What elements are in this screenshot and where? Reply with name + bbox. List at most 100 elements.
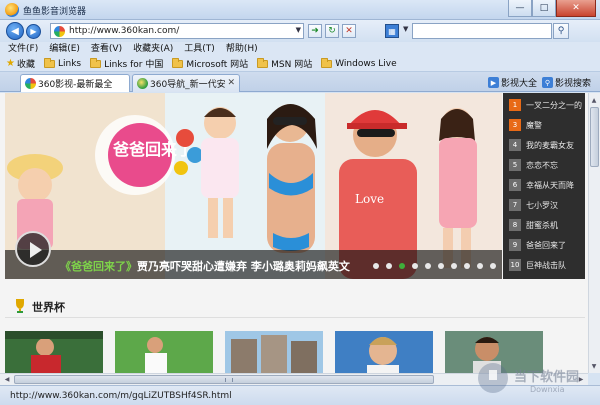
tab-label: 360导航_新一代安 <box>150 80 226 90</box>
refresh-button[interactable]: ↻ <box>325 24 339 38</box>
scroll-left-icon[interactable]: ◀ <box>2 374 12 384</box>
favorite-links[interactable]: Links <box>43 57 82 69</box>
menu-view[interactable]: 查看(V) <box>91 42 122 56</box>
menu-file[interactable]: 文件(F) <box>8 42 38 56</box>
ranking-item[interactable]: 9 爸爸回来了 <box>503 237 585 253</box>
address-text: http://www.360kan.com/ <box>69 26 180 36</box>
search-icon: ⚲ <box>542 77 553 88</box>
video-search-button[interactable]: ⚲ 影视搜索 <box>542 76 591 89</box>
search-engine-icon[interactable]: ▦ <box>385 24 399 38</box>
favorites-button[interactable]: ★ 收藏 <box>6 57 35 70</box>
ranking-item[interactable]: 8 甜蜜杀机 <box>503 217 585 233</box>
banner-caption[interactable]: 《爸爸回来了》贾乃亮吓哭甜心遭嫌弃 李小璐奥莉妈飙英文 <box>60 258 350 274</box>
chevron-down-icon[interactable]: ▼ <box>296 26 301 34</box>
ranking-item[interactable]: 3 魔警 <box>503 117 585 133</box>
tab-bar: 360影视-最新最全 360导航_新一代安 ✕ ▶ 影视大全 ⚲ 影视搜索 <box>0 72 600 92</box>
menu-edit[interactable]: 编辑(E) <box>49 42 80 56</box>
favorite-microsoft[interactable]: Microsoft 网站 <box>172 57 248 70</box>
ranking-title: 恋恋不忘 <box>526 160 558 170</box>
folder-icon <box>257 57 269 68</box>
folder-icon <box>321 57 333 68</box>
site-favicon-icon <box>54 26 65 37</box>
favorite-windows-live[interactable]: Windows Live <box>321 57 397 69</box>
tab-360-nav[interactable]: 360导航_新一代安 ✕ <box>132 74 240 92</box>
ranking-title: 七小罗汉 <box>526 200 558 210</box>
window-title: 鱼鱼影音浏览器 <box>23 7 87 17</box>
menu-favorites[interactable]: 收藏夹(A) <box>133 42 173 56</box>
ranking-title: 甜蜜杀机 <box>526 220 558 230</box>
close-tab-icon[interactable]: ✕ <box>227 78 235 88</box>
carousel-dot[interactable] <box>373 263 379 269</box>
carousel-dot[interactable] <box>451 263 457 269</box>
maximize-button[interactable]: □ <box>532 0 556 17</box>
tab-360kan[interactable]: 360影视-最新最全 <box>20 74 130 92</box>
forward-button[interactable]: ▶ <box>26 24 41 39</box>
search-input[interactable] <box>412 23 552 39</box>
video-thumbnail[interactable] <box>335 331 433 373</box>
folder-icon <box>172 57 184 68</box>
ranking-number: 5 <box>509 159 521 171</box>
ranking-number: 7 <box>509 199 521 211</box>
ranking-number: 6 <box>509 179 521 191</box>
video-thumbnail[interactable] <box>5 331 103 373</box>
watermark-sub: Downxia <box>530 385 565 394</box>
hero-banner[interactable]: 爸爸回来了 Love 《爸爸回来了》贾乃亮吓哭甜心遭嫌弃 李小璐奥莉妈飙英文 <box>5 93 502 279</box>
favorite-links-china[interactable]: Links for 中国 <box>90 57 163 70</box>
menu-tools[interactable]: 工具(T) <box>184 42 215 56</box>
ranking-item[interactable]: 7 七小罗汉 <box>503 197 585 213</box>
favorite-label: Links <box>57 58 82 69</box>
carousel-dot[interactable] <box>399 263 405 269</box>
ranking-list: 1 一叉二分之一的 3 魔警 4 我的麦霸女友 5 恋恋不忘 6 幸福从天而降 7 七小罗汉 8 甜蜜杀机… <box>503 93 585 279</box>
favorite-label: MSN 网站 <box>271 60 313 70</box>
ranking-title: 一叉二分之一的 <box>526 100 582 110</box>
carousel-dot[interactable] <box>490 263 496 269</box>
carousel-dot[interactable] <box>412 263 418 269</box>
ranking-number: 1 <box>509 99 521 111</box>
video-search-label: 影视搜索 <box>555 79 592 89</box>
scroll-up-icon[interactable]: ▲ <box>589 95 599 105</box>
close-button[interactable]: ✕ <box>556 0 596 17</box>
address-input[interactable]: http://www.360kan.com/ ▼ <box>50 23 304 39</box>
address-toolbar: ◀ ▶ http://www.360kan.com/ ▼ ➜ ↻ ✕ ▦ ▼ ⚲ <box>0 20 600 42</box>
ranking-item[interactable]: 5 恋恋不忘 <box>503 157 585 173</box>
watermark: 当下软件园 Downxia <box>478 363 598 403</box>
play-icon[interactable] <box>15 231 51 267</box>
ranking-title: 幸福从天而降 <box>526 180 574 190</box>
carousel-dot[interactable] <box>386 263 392 269</box>
carousel-dot[interactable] <box>464 263 470 269</box>
carousel-dot[interactable] <box>477 263 483 269</box>
folder-icon <box>90 57 102 68</box>
menu-help[interactable]: 帮助(H) <box>226 42 258 56</box>
chevron-down-icon[interactable]: ▼ <box>403 25 408 33</box>
video-thumbnail[interactable] <box>225 331 323 373</box>
window-controls: — □ ✕ <box>508 0 596 18</box>
ranking-number: 3 <box>509 119 521 131</box>
section-title: 世界杯 <box>32 301 65 314</box>
menu-bar: 文件(F) 编辑(E) 查看(V) 收藏夹(A) 工具(T) 帮助(H) <box>0 42 600 56</box>
ranking-item[interactable]: 6 幸福从天而降 <box>503 177 585 193</box>
watermark-main: 当下软件园 <box>514 370 580 385</box>
favorite-msn[interactable]: MSN 网站 <box>257 57 312 70</box>
video-all-button[interactable]: ▶ 影视大全 <box>488 76 537 89</box>
ranking-item[interactable]: 10 巨神战击队 <box>503 257 585 273</box>
video-icon: ▶ <box>488 77 499 88</box>
horizontal-scroll-thumb[interactable] <box>14 375 434 384</box>
ranking-item[interactable]: 1 一叉二分之一的 <box>503 97 585 113</box>
ranking-item[interactable]: 4 我的麦霸女友 <box>503 137 585 153</box>
carousel-dots <box>373 263 502 269</box>
status-url: http://www.360kan.com/m/gqLiZUTBSHf4SR.h… <box>10 391 232 401</box>
search-button[interactable]: ⚲ <box>553 23 569 39</box>
ranking-number: 9 <box>509 239 521 251</box>
carousel-dot[interactable] <box>438 263 444 269</box>
favorites-label: 收藏 <box>16 60 35 70</box>
back-button[interactable]: ◀ <box>6 22 24 40</box>
ranking-number: 4 <box>509 139 521 151</box>
go-button[interactable]: ➜ <box>308 24 322 38</box>
vertical-scrollbar[interactable]: ▲ ▼ <box>588 93 600 373</box>
stop-button[interactable]: ✕ <box>342 24 356 38</box>
carousel-dot[interactable] <box>425 263 431 269</box>
vertical-scroll-thumb[interactable] <box>590 107 599 167</box>
section-divider <box>5 317 585 318</box>
video-thumbnail[interactable] <box>115 331 213 373</box>
minimize-button[interactable]: — <box>508 0 532 17</box>
